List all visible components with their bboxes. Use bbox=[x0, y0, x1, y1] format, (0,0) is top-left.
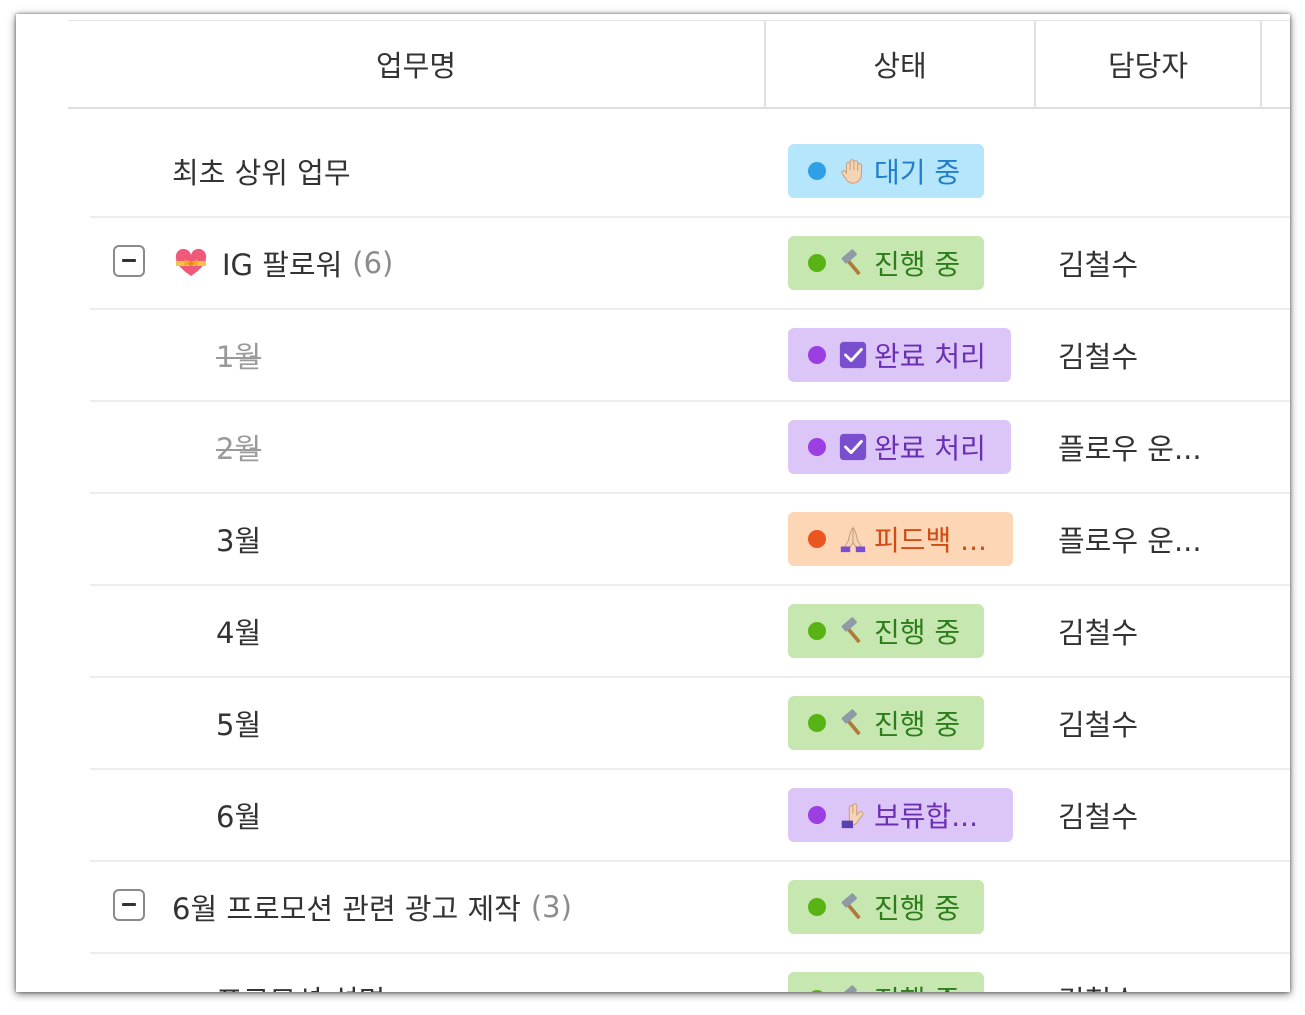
status-dot bbox=[808, 438, 826, 456]
heart-with-ribbon-icon bbox=[175, 248, 207, 276]
task-name[interactable]: 최초 상위 업무 bbox=[172, 126, 351, 216]
task-name[interactable]: 5월 bbox=[216, 678, 261, 768]
status-dot bbox=[808, 714, 826, 732]
subtask-count: (6) bbox=[352, 246, 394, 280]
task-name-text: 최초 상위 업무 bbox=[172, 156, 351, 190]
task-name-text: IG 팔로워 bbox=[222, 248, 343, 282]
task-name-text: 5월 bbox=[216, 708, 262, 742]
table-row[interactable]: 6월 프로모션 관련 광고 제작 (3) 진행 중 bbox=[90, 862, 1290, 954]
task-name-text: 6월 프로모션 관련 광고 제작 bbox=[172, 892, 521, 926]
table-row[interactable]: 프로모션 설명 진행 중 김철수 bbox=[90, 954, 1290, 992]
status-label: 대기 중 bbox=[874, 156, 961, 189]
check-box-icon bbox=[839, 341, 867, 369]
folded-hands-icon bbox=[840, 526, 866, 553]
status-label: 피드백 ... bbox=[874, 524, 987, 557]
assignee[interactable]: 플로우 운... bbox=[1058, 402, 1202, 492]
status-dot bbox=[808, 806, 826, 824]
table-row[interactable]: 최초 상위 업무 대기 중 bbox=[90, 126, 1290, 218]
status-label: 진행 중 bbox=[874, 979, 960, 992]
assignee[interactable]: 김철수 bbox=[1058, 310, 1138, 400]
collapse-toggle-button[interactable] bbox=[113, 889, 145, 921]
hammer-icon bbox=[841, 617, 861, 643]
table-row[interactable]: 1월 완료 처리 김철수 bbox=[90, 310, 1290, 402]
table-row[interactable]: IG 팔로워 (6) 진행 중 김철수 bbox=[90, 218, 1290, 310]
task-name-text: 2월 bbox=[216, 432, 262, 466]
status-badge[interactable]: 진행 중 bbox=[788, 236, 984, 290]
status-label: 보류합... bbox=[874, 800, 978, 833]
task-name[interactable]: 2월 bbox=[216, 402, 261, 492]
hammer-icon bbox=[841, 709, 861, 735]
task-name[interactable]: 3월 bbox=[216, 494, 261, 584]
status-badge[interactable]: 완료 처리 bbox=[788, 328, 1011, 382]
task-name[interactable]: IG 팔로워 (6) bbox=[174, 218, 393, 308]
status-badge[interactable]: 보류합... bbox=[788, 788, 1013, 842]
status-dot bbox=[808, 530, 826, 548]
status-dot bbox=[808, 346, 826, 364]
task-name[interactable]: 6월 프로모션 관련 광고 제작 (3) bbox=[172, 862, 572, 952]
table-row[interactable]: 2월 완료 처리 플로우 운... bbox=[90, 402, 1290, 494]
task-name-text: 6월 bbox=[216, 800, 262, 834]
subtask-count: (3) bbox=[530, 890, 572, 924]
table-row[interactable]: 4월 진행 중 김철수 bbox=[90, 586, 1290, 678]
hammer-icon bbox=[841, 249, 861, 275]
status-dot bbox=[808, 254, 826, 272]
table-header: 업무명 상태 담당자 bbox=[68, 20, 1290, 109]
task-name[interactable]: 1월 bbox=[216, 310, 261, 400]
status-label: 완료 처리 bbox=[874, 340, 986, 373]
status-badge[interactable]: 진행 중 bbox=[788, 696, 984, 750]
table-row[interactable]: 6월 보류합... 김철수 bbox=[90, 770, 1290, 862]
status-badge[interactable]: 진행 중 bbox=[788, 972, 984, 992]
assignee[interactable]: 김철수 bbox=[1058, 770, 1138, 860]
task-name[interactable]: 프로모션 설명 bbox=[216, 954, 385, 992]
stop-hand-icon bbox=[841, 803, 864, 829]
hammer-icon bbox=[841, 985, 857, 992]
status-dot bbox=[808, 162, 826, 180]
status-badge[interactable]: 진행 중 bbox=[788, 604, 984, 658]
status-label: 진행 중 bbox=[874, 616, 961, 649]
task-name-text: 1월 bbox=[216, 340, 262, 374]
hammer-icon bbox=[841, 893, 861, 919]
status-dot bbox=[808, 622, 826, 640]
task-name[interactable]: 6월 bbox=[216, 770, 261, 860]
status-label: 진행 중 bbox=[874, 892, 961, 925]
raised-hand-icon bbox=[841, 159, 862, 184]
column-header-assignee[interactable]: 담당자 bbox=[1036, 21, 1262, 107]
collapse-toggle-button[interactable] bbox=[113, 245, 145, 277]
status-badge[interactable]: 진행 중 bbox=[788, 880, 984, 934]
task-name-text: 3월 bbox=[216, 524, 262, 558]
status-label: 진행 중 bbox=[874, 248, 961, 281]
task-table: 업무명 상태 담당자 최초 상위 업무 대기 중 IG 팔로워 (6) 진행 중… bbox=[16, 14, 1290, 992]
status-badge[interactable]: 피드백 ... bbox=[788, 512, 1013, 566]
status-badge[interactable]: 완료 처리 bbox=[788, 420, 1011, 474]
column-header-more[interactable] bbox=[1262, 21, 1290, 107]
assignee[interactable]: 김철수 bbox=[1058, 586, 1138, 676]
task-name-text: 4월 bbox=[216, 616, 262, 650]
task-name-text: 프로모션 설명 bbox=[216, 978, 385, 992]
column-header-status[interactable]: 상태 bbox=[766, 21, 1036, 107]
assignee[interactable]: 플로우 운... bbox=[1058, 494, 1202, 584]
assignee[interactable]: 김철수 bbox=[1058, 678, 1138, 768]
table-row[interactable]: 5월 진행 중 김철수 bbox=[90, 678, 1290, 770]
status-label: 진행 중 bbox=[874, 708, 961, 741]
table-row[interactable]: 3월 피드백 ... 플로우 운... bbox=[90, 494, 1290, 586]
assignee[interactable]: 김철수 bbox=[1058, 954, 1138, 992]
assignee[interactable]: 김철수 bbox=[1058, 218, 1138, 308]
column-header-task-name[interactable]: 업무명 bbox=[68, 21, 766, 107]
status-dot bbox=[808, 990, 826, 992]
task-name[interactable]: 4월 bbox=[216, 586, 261, 676]
status-label: 완료 처리 bbox=[874, 432, 986, 465]
status-badge[interactable]: 대기 중 bbox=[788, 144, 984, 198]
status-dot bbox=[808, 898, 826, 916]
check-box-icon bbox=[839, 433, 867, 461]
